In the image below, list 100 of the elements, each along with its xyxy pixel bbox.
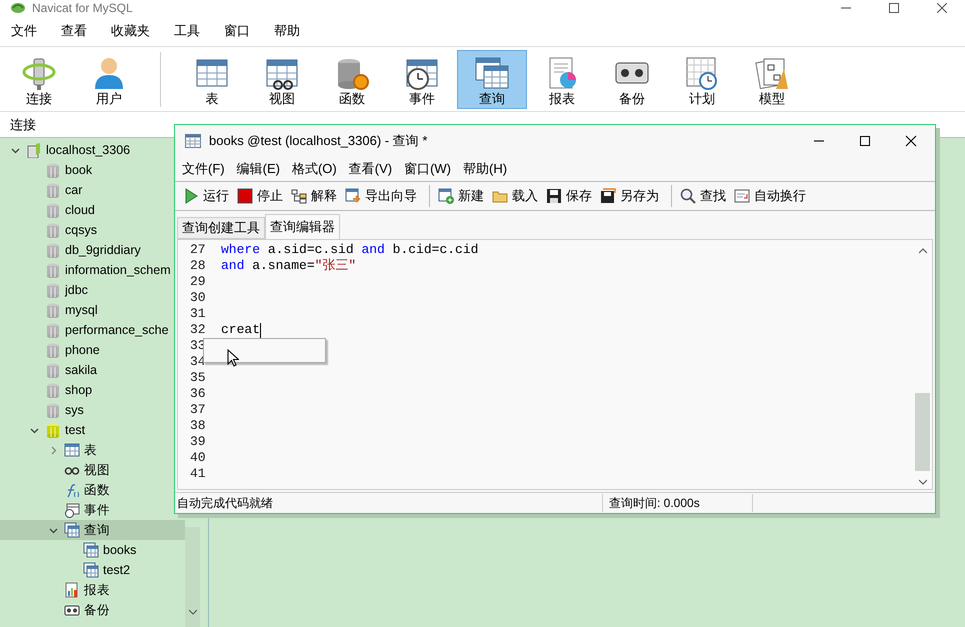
menu-item[interactable]: 文件(F) <box>181 158 226 178</box>
tree-item[interactable]: performance_sche <box>0 320 173 340</box>
tree-item[interactable]: shop <box>0 380 173 400</box>
toolbar-button[interactable]: 视图 <box>247 50 317 109</box>
toolbar-button[interactable]: 计划 <box>667 50 737 109</box>
chevron-icon <box>48 446 58 454</box>
export-icon <box>345 188 361 204</box>
new-query-icon <box>438 188 454 204</box>
chevron-icon <box>30 426 38 434</box>
toolbar-button[interactable]: 查询 <box>457 50 527 109</box>
toolbar-button[interactable]: 新建 <box>436 186 486 206</box>
toolbar-button[interactable]: 保存 <box>544 186 594 206</box>
scroll-down-icon[interactable] <box>188 609 196 615</box>
tree-item[interactable]: car <box>0 180 173 200</box>
tree-item[interactable]: 函数 <box>0 480 173 500</box>
scroll-thumb[interactable] <box>915 393 930 471</box>
menu-item[interactable]: 查看 <box>60 21 88 41</box>
line-number: 41 <box>189 465 207 484</box>
database-icon <box>45 402 61 418</box>
tree-item[interactable]: mysql <box>0 300 173 320</box>
tree-item[interactable]: 表 <box>0 440 173 460</box>
menu-item[interactable]: 帮助(H) <box>462 158 508 178</box>
database-icon <box>45 202 61 218</box>
tree-item[interactable]: phone <box>0 340 173 360</box>
toolbar-button[interactable]: 运行 <box>181 186 231 206</box>
tree-item[interactable]: jdbc <box>0 280 173 300</box>
tree-item[interactable]: 报表 <box>0 580 173 600</box>
save-as-icon <box>600 188 616 204</box>
diagram-icon <box>291 188 307 204</box>
tree-item[interactable]: sys <box>0 400 173 420</box>
tab[interactable]: 查询编辑器 <box>265 214 340 239</box>
database-icon <box>45 362 61 378</box>
tree-item[interactable]: test2 <box>0 560 173 580</box>
maximize-icon[interactable] <box>889 3 899 13</box>
close-icon[interactable] <box>937 3 947 13</box>
scroll-up-icon[interactable] <box>918 248 926 254</box>
line-number: 35 <box>189 369 207 388</box>
tree-item[interactable]: book <box>0 160 173 180</box>
chevron-icon <box>48 526 58 534</box>
server-icon <box>26 142 42 158</box>
line-number: 36 <box>189 385 207 404</box>
tree-item[interactable]: 视图 <box>0 460 173 480</box>
tree-item[interactable]: 事件 <box>0 500 173 520</box>
tab[interactable]: 查询创建工具 <box>177 217 265 239</box>
toolbar-button[interactable]: 停止 <box>235 186 285 206</box>
tree-item[interactable]: 查询 <box>0 520 185 540</box>
app-logo-icon <box>10 2 26 14</box>
toolbar-button[interactable]: 报表 <box>527 50 597 109</box>
toolbar-button[interactable]: 解释 <box>289 186 339 206</box>
menu-item[interactable]: 文件 <box>10 21 38 41</box>
menu-item[interactable]: 收藏夹 <box>110 21 151 41</box>
line-number: 39 <box>189 433 207 452</box>
line-number: 32 <box>189 321 207 340</box>
toolbar-button[interactable]: 用户 <box>74 50 144 109</box>
line-number: 31 <box>189 305 207 324</box>
line-number: 40 <box>189 449 207 468</box>
line-number: 29 <box>189 273 207 292</box>
play-icon <box>183 188 199 204</box>
scroll-down-icon[interactable] <box>918 479 926 485</box>
line-number: 37 <box>189 401 207 420</box>
toolbar-button[interactable]: 查找 <box>678 186 728 206</box>
query-icon <box>185 134 201 148</box>
toolbar-button[interactable]: 备份 <box>597 50 667 109</box>
toolbar-button[interactable]: 载入 <box>490 186 540 206</box>
tree-item[interactable]: db_9griddiary <box>0 240 173 260</box>
tree-item[interactable]: sakila <box>0 360 173 380</box>
code-line[interactable]: creat <box>221 320 260 340</box>
menu-item[interactable]: 工具 <box>173 21 201 41</box>
database-icon <box>45 182 61 198</box>
database-icon <box>45 162 61 178</box>
toolbar-button[interactable]: 连接 <box>4 50 74 109</box>
toolbar-button[interactable]: 自动换行 <box>732 186 808 206</box>
toolbar-button[interactable]: 表 <box>177 50 247 109</box>
menu-item[interactable]: 窗口(W) <box>403 158 452 178</box>
menu-item[interactable]: 窗口 <box>223 21 251 41</box>
tree-item[interactable]: books <box>0 540 173 560</box>
code-line[interactable]: and a.sname="张三" <box>221 256 356 276</box>
search-icon <box>680 188 696 204</box>
maximize-icon[interactable] <box>859 134 871 146</box>
database-icon <box>45 222 61 238</box>
tree-item[interactable]: localhost_3306 <box>0 140 173 160</box>
toolbar-button[interactable]: 函数 <box>317 50 387 109</box>
table-icon <box>64 442 80 458</box>
menu-item[interactable]: 编辑(E) <box>236 158 281 178</box>
tree-item[interactable]: information_schem <box>0 260 173 280</box>
toolbar-button[interactable]: 另存为 <box>598 186 661 206</box>
scrollbar[interactable] <box>185 527 200 627</box>
toolbar-button[interactable]: 导出向导 <box>343 186 419 206</box>
tree-item[interactable]: test <box>0 420 173 440</box>
tree-item[interactable]: cqsys <box>0 220 173 240</box>
save-icon <box>546 188 562 204</box>
menu-item[interactable]: 帮助 <box>273 21 301 41</box>
toolbar-button[interactable]: 模型 <box>737 50 807 109</box>
toolbar-button[interactable]: 事件 <box>387 50 457 109</box>
tree-item[interactable]: 备份 <box>0 600 173 620</box>
menu-item[interactable]: 查看(V) <box>348 158 394 178</box>
menu-item[interactable]: 格式(O) <box>290 158 338 178</box>
tree-item[interactable]: cloud <box>0 200 173 220</box>
query-icon <box>83 542 99 558</box>
close-icon[interactable] <box>905 134 917 146</box>
